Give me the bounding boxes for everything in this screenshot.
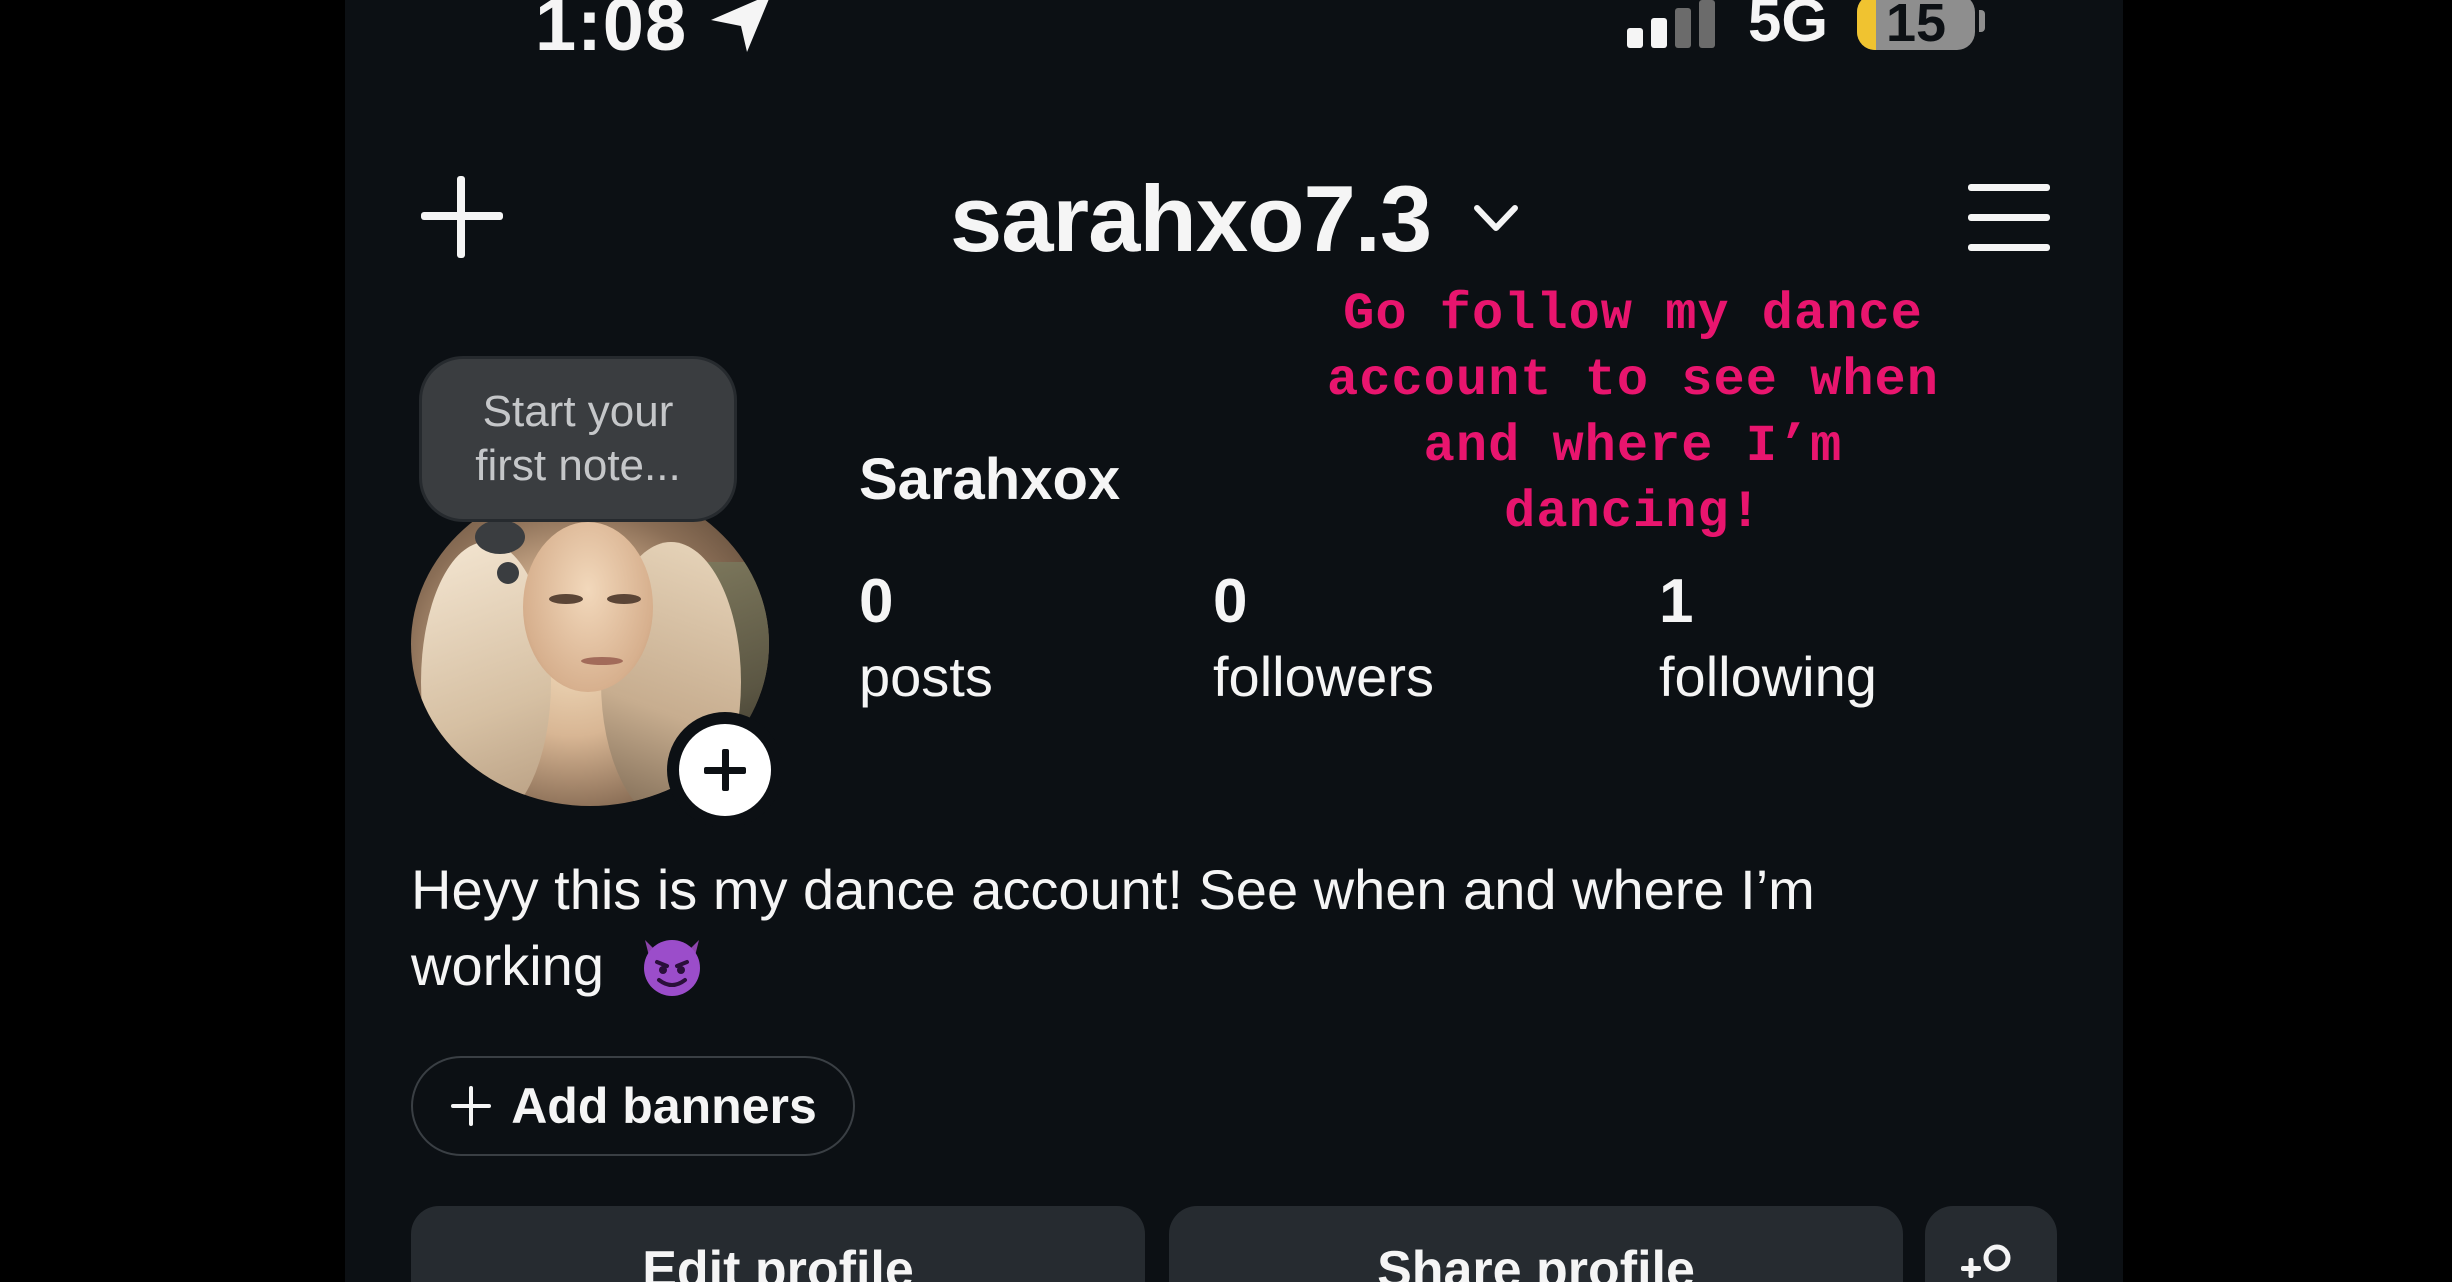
add-story-button[interactable] <box>667 712 783 828</box>
battery-icon: 15 <box>1857 0 1985 54</box>
plus-icon <box>704 749 746 791</box>
note-bubble-tail-dot <box>497 562 519 584</box>
posts-label[interactable]: posts <box>859 644 993 709</box>
overlay-caption: Go follow my dance account to see when a… <box>1327 285 1939 542</box>
account-username[interactable]: sarahxo7.3 <box>950 165 1432 273</box>
create-plus-icon[interactable] <box>417 172 507 262</box>
edit-profile-label: Edit profile <box>642 1241 914 1282</box>
followers-label[interactable]: followers <box>1213 644 1434 709</box>
hamburger-menu-icon[interactable] <box>1964 178 2054 258</box>
followers-count[interactable]: 0 <box>1213 566 1247 637</box>
note-bubble-tail <box>475 520 525 554</box>
phone-screen: 1:08 5G 15 sarahxo7.3 Go follow my dance… <box>345 0 2123 1282</box>
add-banners-label: Add banners <box>511 1078 817 1134</box>
battery-level: 15 <box>1885 0 1947 50</box>
following-count[interactable]: 1 <box>1659 566 1693 637</box>
share-profile-button[interactable]: Share profile <box>1169 1206 1903 1282</box>
add-banners-button[interactable]: Add banners <box>411 1056 855 1156</box>
signal-strength-icon <box>1627 0 1715 48</box>
status-time: 1:08 <box>535 0 688 66</box>
discover-people-button[interactable] <box>1925 1206 2057 1282</box>
location-arrow-icon <box>711 0 769 52</box>
network-type: 5G <box>1748 0 1829 54</box>
add-person-icon <box>1961 1244 2011 1278</box>
share-profile-label: Share profile <box>1377 1241 1695 1282</box>
display-name: Sarahxox <box>859 447 1121 512</box>
plus-icon <box>451 1086 492 1126</box>
smiling-devil-icon <box>644 940 700 996</box>
edit-profile-button[interactable]: Edit profile <box>411 1206 1145 1282</box>
chevron-down-icon[interactable] <box>1471 200 1521 236</box>
posts-count[interactable]: 0 <box>859 566 893 637</box>
note-bubble[interactable]: Start your first note... <box>419 356 737 522</box>
following-label[interactable]: following <box>1659 644 1877 709</box>
note-placeholder: Start your first note... <box>475 387 681 490</box>
